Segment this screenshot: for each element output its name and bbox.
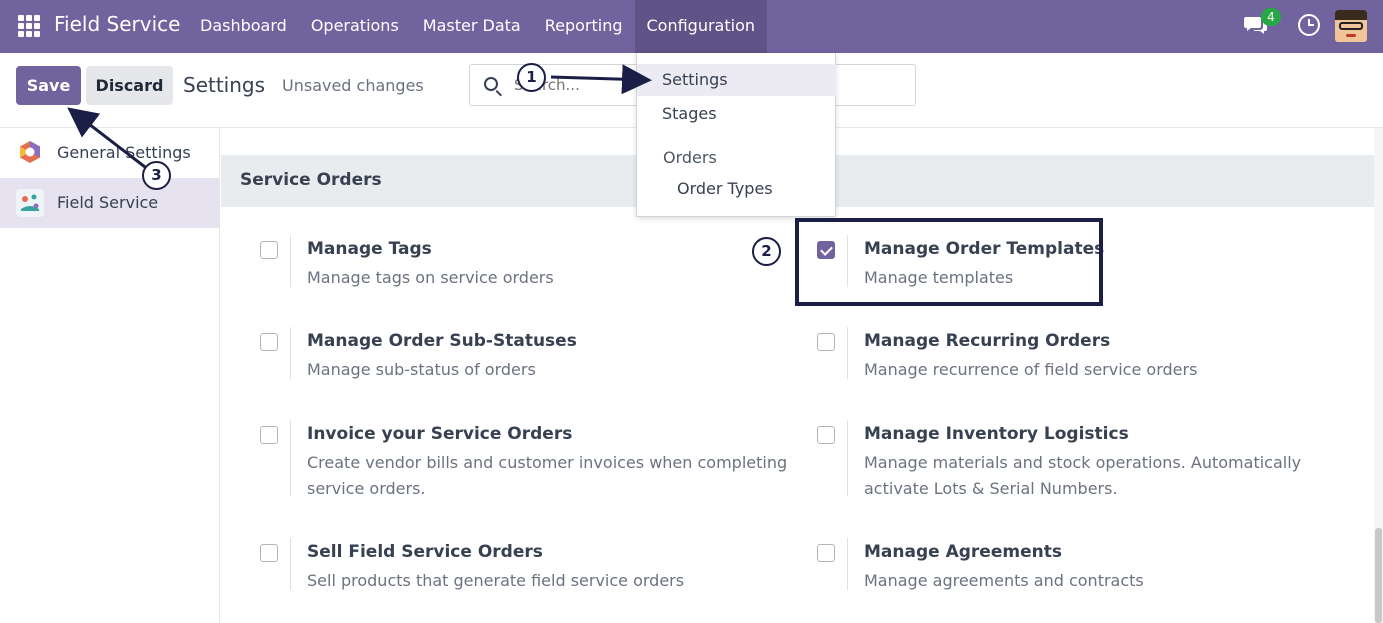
divider — [290, 538, 291, 590]
divider — [290, 420, 291, 496]
setting-title: Manage Order Templates — [864, 239, 1105, 259]
setting-description: Manage tags on service orders — [307, 268, 554, 287]
divider — [847, 327, 848, 379]
divider — [290, 327, 291, 379]
search-icon — [484, 77, 498, 91]
setting-description: Manage agreements and contracts — [864, 571, 1144, 590]
checkbox[interactable] — [260, 333, 278, 351]
sidebar-item-label: Field Service — [57, 193, 159, 212]
menu-dashboard[interactable]: Dashboard — [188, 0, 299, 53]
search-input[interactable] — [514, 73, 634, 97]
user-avatar[interactable] — [1335, 10, 1367, 42]
dropdown-item-stages[interactable]: Stages — [637, 98, 836, 130]
apps-grid-icon[interactable] — [18, 15, 40, 37]
setting-description: Manage materials and stock operations. A… — [864, 453, 1302, 498]
app-name[interactable]: Field Service — [54, 12, 180, 36]
menu-master-data[interactable]: Master Data — [411, 0, 533, 53]
dropdown-section-orders: Orders — [663, 148, 717, 167]
setting-title: Manage Tags — [307, 239, 432, 259]
configuration-dropdown: Settings Stages Orders Order Types — [636, 53, 836, 217]
setting-title: Manage Recurring Orders — [864, 331, 1111, 351]
divider — [290, 235, 291, 287]
scrollbar[interactable] — [1374, 128, 1383, 623]
section-title: Service Orders — [240, 170, 382, 190]
setting-description: Sell products that generate field servic… — [307, 571, 685, 590]
unsaved-changes-status: Unsaved changes — [282, 76, 424, 95]
checkbox[interactable] — [817, 544, 835, 562]
setting-description: Manage recurrence of field service order… — [864, 360, 1198, 379]
menu-configuration[interactable]: Configuration — [634, 0, 768, 53]
discard-button[interactable]: Discard — [86, 66, 173, 105]
checkbox[interactable] — [817, 241, 835, 259]
dropdown-item-order-types[interactable]: Order Types — [637, 173, 836, 205]
sidebar-item-general-settings[interactable]: General Settings — [0, 128, 219, 178]
checkbox[interactable] — [817, 333, 835, 351]
field-service-icon — [16, 189, 44, 217]
setting-title: Invoice your Service Orders — [307, 424, 573, 444]
dropdown-item-settings[interactable]: Settings — [637, 64, 836, 96]
setting-description: Manage templates — [864, 268, 1014, 287]
checkbox[interactable] — [260, 426, 278, 444]
chat-count-badge: 4 — [1261, 8, 1281, 26]
divider — [847, 420, 848, 496]
setting-title: Manage Inventory Logistics — [864, 424, 1129, 444]
save-button[interactable]: Save — [16, 66, 81, 105]
main-menu: Dashboard Operations Master Data Reporti… — [188, 0, 768, 53]
sidebar-item-label: General Settings — [57, 143, 191, 162]
menu-reporting[interactable]: Reporting — [533, 0, 635, 53]
scrollbar-thumb[interactable] — [1375, 528, 1382, 623]
clock-icon[interactable] — [1298, 14, 1320, 36]
setting-title: Sell Field Service Orders — [307, 542, 543, 562]
checkbox[interactable] — [260, 241, 278, 259]
general-settings-icon — [20, 141, 40, 163]
divider — [847, 235, 848, 287]
menu-operations[interactable]: Operations — [299, 0, 411, 53]
sidebar-item-field-service[interactable]: Field Service — [0, 178, 219, 228]
setting-title: Manage Order Sub-Statuses — [307, 331, 577, 351]
setting-description: Create vendor bills and customer invoice… — [307, 453, 788, 498]
setting-title: Manage Agreements — [864, 542, 1062, 562]
divider — [847, 538, 848, 590]
setting-description: Manage sub-status of orders — [307, 360, 536, 379]
breadcrumb: Settings — [183, 73, 266, 97]
top-navbar: Field Service Dashboard Operations Maste… — [0, 0, 1383, 53]
checkbox[interactable] — [817, 426, 835, 444]
settings-sidebar: General Settings Field Service — [0, 128, 220, 623]
checkbox[interactable] — [260, 544, 278, 562]
